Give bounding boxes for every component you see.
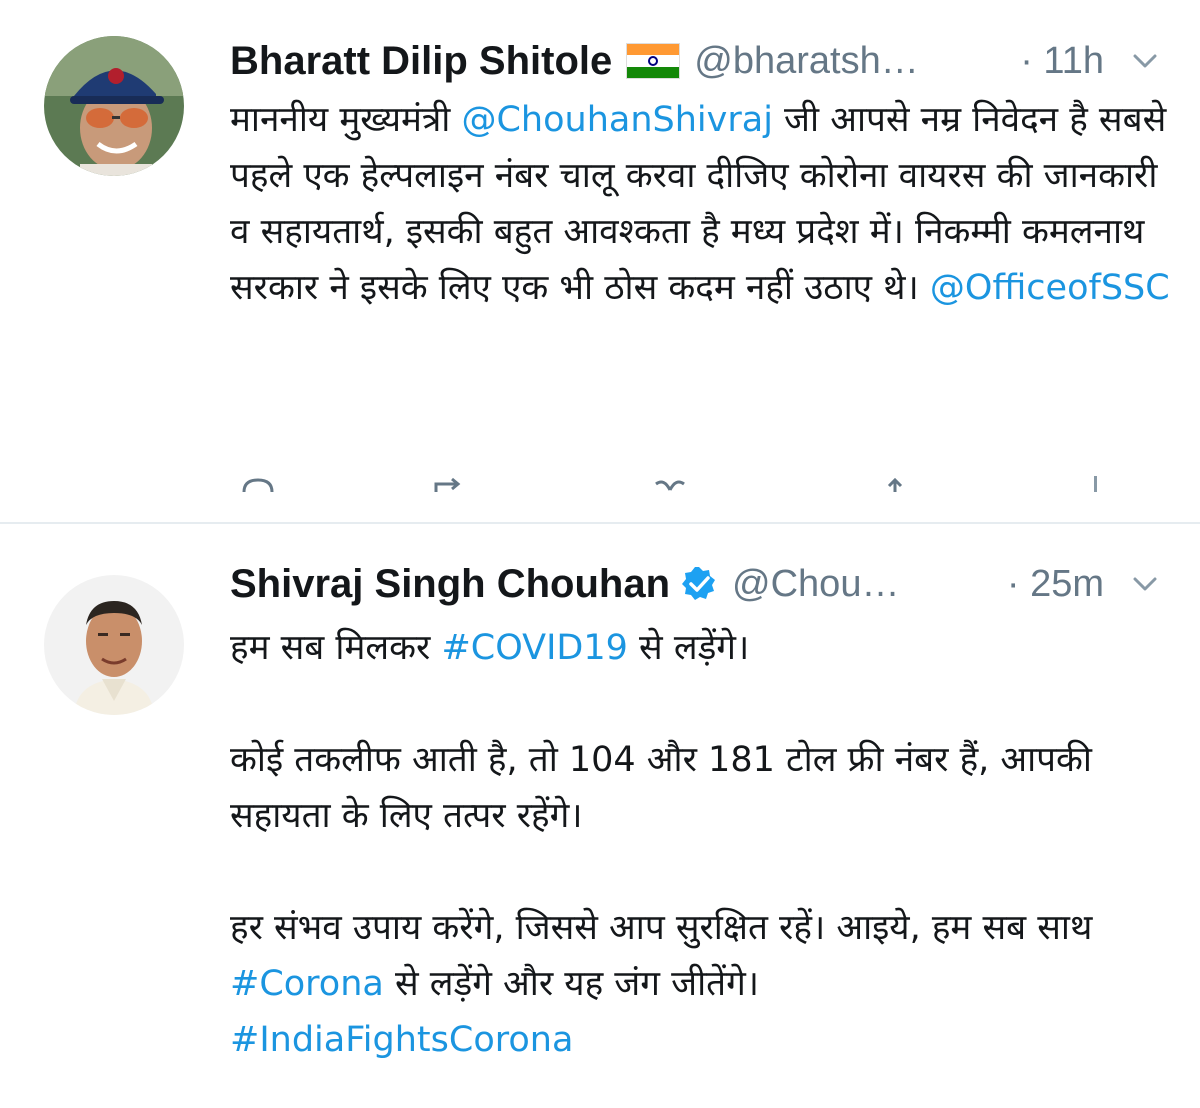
author-name[interactable]: Bharatt Dilip Shitole xyxy=(230,39,612,84)
tweet-time[interactable]: · 25m xyxy=(1007,563,1104,606)
text-segment: से लड़ेंगे और यह जंग जीतेंगे। xyxy=(383,964,760,1004)
tweet-paragraph: हम सब मिलकर #COVID19 से लड़ेंगे। xyxy=(230,620,1170,676)
tweet-header: Shivraj Singh Chouhan @Chou… · 25m xyxy=(230,556,1160,612)
tweet-item[interactable]: Bharatt Dilip Shitole @bharatsh… · 11h म… xyxy=(0,0,1200,520)
user-avatar-image xyxy=(44,36,184,176)
reply-icon[interactable] xyxy=(240,476,276,492)
tweet-paragraph: कोई तकलीफ आती है, तो 104 और 181 टोल फ्री… xyxy=(230,732,1170,844)
tweet-time[interactable]: · 11h xyxy=(1020,40,1104,83)
chevron-down-icon[interactable] xyxy=(1130,46,1160,76)
hashtag-link[interactable]: #IndiaFightsCorona xyxy=(230,1020,573,1060)
user-avatar-image xyxy=(44,575,184,715)
tweet-text: हम सब मिलकर #COVID19 से लड़ेंगे। कोई तकल… xyxy=(230,620,1170,1068)
action-divider xyxy=(1094,476,1097,492)
author-handle[interactable]: @bharatsh… xyxy=(694,40,918,83)
hashtag-link[interactable]: #COVID19 xyxy=(441,628,627,668)
verified-badge-icon xyxy=(682,567,716,600)
tweet-header: Bharatt Dilip Shitole @bharatsh… · 11h xyxy=(230,33,1160,89)
avatar[interactable] xyxy=(44,575,184,715)
text-segment: हम सब मिलकर xyxy=(230,628,442,668)
hashtag-link[interactable]: #Corona xyxy=(230,964,384,1004)
mention-link[interactable]: @OfficeofSSC xyxy=(930,268,1170,308)
text-segment: माननीय मुख्यमंत्री xyxy=(230,100,462,140)
author-handle[interactable]: @Chou… xyxy=(732,563,899,606)
avatar[interactable] xyxy=(44,36,184,176)
text-segment: कोई तकलीफ आती है, तो 104 और 181 टोल फ्री… xyxy=(230,740,1093,836)
author-name[interactable]: Shivraj Singh Chouhan xyxy=(230,562,670,607)
tweet-paragraph: हर संभव उपाय करेंगे, जिससे आप सुरक्षित र… xyxy=(230,900,1170,1068)
tweet-text: माननीय मुख्यमंत्री @ChouhanShivraj जी आप… xyxy=(230,92,1170,316)
tweet-item[interactable]: Shivraj Singh Chouhan @Chou… · 25m हम सब… xyxy=(0,530,1200,1108)
text-segment: हर संभव उपाय करेंगे, जिससे आप सुरक्षित र… xyxy=(230,908,1093,948)
retweet-icon[interactable] xyxy=(430,476,470,492)
share-icon[interactable] xyxy=(880,476,910,492)
india-flag-icon xyxy=(626,43,681,79)
tweet-divider xyxy=(0,522,1200,524)
tweet-actions xyxy=(230,470,1130,492)
text-segment: से लड़ेंगे। xyxy=(627,628,750,668)
chevron-down-icon[interactable] xyxy=(1130,569,1160,599)
mention-link[interactable]: @ChouhanShivraj xyxy=(461,100,772,140)
like-icon[interactable] xyxy=(650,476,690,492)
